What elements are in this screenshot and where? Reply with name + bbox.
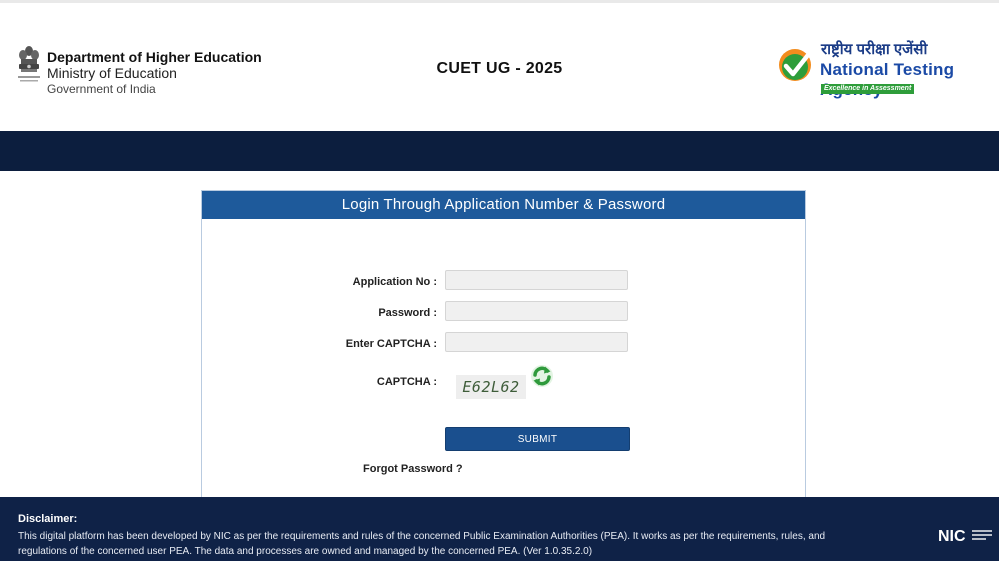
nav-bar [0, 131, 999, 171]
nic-logo-text: NIC [938, 528, 966, 544]
captcha-input-label: Enter CAPTCHA : [345, 338, 437, 350]
main-content: Login Through Application Number & Passw… [0, 171, 999, 501]
login-form-title: Login Through Application Number & Passw… [202, 191, 805, 219]
government-name: Government of India [47, 82, 156, 96]
captcha-input[interactable] [445, 332, 628, 352]
password-input[interactable] [445, 301, 628, 321]
nta-check-logo-icon [779, 49, 811, 81]
login-form: Login Through Application Number & Passw… [201, 190, 806, 501]
forgot-password-link[interactable]: Forgot Password ? [363, 463, 463, 475]
application-number-label: Application No : [352, 276, 437, 288]
nta-name: National Testing Agency [820, 60, 955, 99]
disclaimer-text: This digital platform has been developed… [18, 531, 826, 557]
password-label: Password : [378, 307, 437, 319]
refresh-icon[interactable] [530, 363, 554, 389]
captcha-label: CAPTCHA : [376, 376, 437, 388]
disclaimer-title: Disclaimer: [18, 513, 78, 525]
application-number-input[interactable] [445, 270, 628, 290]
site-header: Department of Higher Education Ministry … [0, 3, 999, 131]
nta-tagline: Excellence in Assessment [821, 84, 915, 94]
submit-button[interactable]: SUBMIT [445, 427, 630, 451]
nta-hindi-name: राष्ट्रीय परीक्षा एजेंसी [821, 41, 928, 58]
site-footer: Disclaimer: This digital platform has be… [0, 497, 999, 561]
captcha-image: E62L62 [456, 375, 526, 399]
nic-logo-icon: NIC [938, 528, 992, 544]
